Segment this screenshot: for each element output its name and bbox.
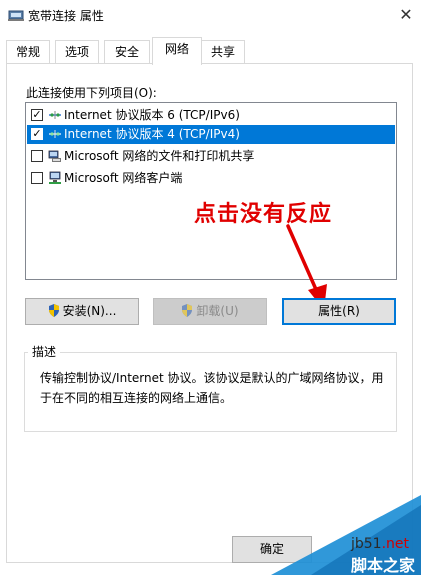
description-legend: 描述 [28, 343, 61, 360]
description-text: 传输控制协议/Internet 协议。该协议是默认的广域网络协议，用于在不同的相… [40, 371, 384, 405]
item-label: Internet 协议版本 4 (TCP/IPv4) [64, 127, 240, 141]
watermark-site: jb51.net [350, 536, 409, 552]
connection-items-label: 此连接使用下列项目(O): [26, 86, 157, 100]
uninstall-label: 卸载(U) [196, 304, 239, 318]
window-title: 宽带连接 属性 [28, 9, 104, 23]
list-item-tcpipv4[interactable]: ✓ Internet 协议版本 4 (TCP/IPv4) [27, 125, 395, 144]
tab-security[interactable]: 安全 [104, 40, 150, 64]
network-client-icon [49, 171, 61, 184]
title-bar: 宽带连接 属性 ✕ [0, 0, 421, 30]
uac-shield-icon [182, 304, 193, 317]
item-label: Microsoft 网络客户端 [64, 171, 183, 185]
uac-shield-icon [48, 304, 59, 317]
tab-sharing[interactable]: 共享 [201, 40, 245, 64]
connection-items-list[interactable]: ✓ Internet 协议版本 6 (TCP/IPv6) ✓ Internet … [25, 102, 397, 280]
uninstall-button[interactable]: 卸载(U) [153, 298, 267, 325]
checkbox-network-client[interactable] [31, 172, 43, 184]
checkbox-tcpipv4[interactable]: ✓ [31, 128, 43, 140]
install-button[interactable]: 安装(N)... [25, 298, 139, 325]
list-item-network-client[interactable]: Microsoft 网络客户端 [27, 169, 395, 188]
checkbox-tcpipv6[interactable]: ✓ [31, 109, 43, 121]
properties-label: 属性(R) [318, 304, 360, 318]
list-item-tcpipv6[interactable]: ✓ Internet 协议版本 6 (TCP/IPv6) [27, 106, 395, 125]
tab-general[interactable]: 常规 [6, 40, 50, 64]
file-printer-sharing-icon [48, 150, 61, 162]
properties-button[interactable]: 属性(R) [282, 298, 396, 325]
network-protocol-icon [49, 130, 61, 138]
watermark-brand: 脚本之家 [350, 556, 415, 575]
item-label: Microsoft 网络的文件和打印机共享 [64, 149, 255, 163]
list-item-file-printer-sharing[interactable]: Microsoft 网络的文件和打印机共享 [27, 147, 395, 166]
checkbox-file-printer-sharing[interactable] [31, 150, 43, 162]
close-icon: ✕ [399, 5, 413, 24]
close-button[interactable]: ✕ [391, 0, 421, 30]
network-connection-icon [8, 10, 24, 21]
tab-options[interactable]: 选项 [55, 40, 99, 64]
network-protocol-icon [49, 111, 61, 119]
item-label: Internet 协议版本 6 (TCP/IPv6) [64, 108, 240, 122]
tab-networking[interactable]: 网络 [152, 37, 202, 65]
install-label: 安装(N)... [62, 304, 117, 318]
